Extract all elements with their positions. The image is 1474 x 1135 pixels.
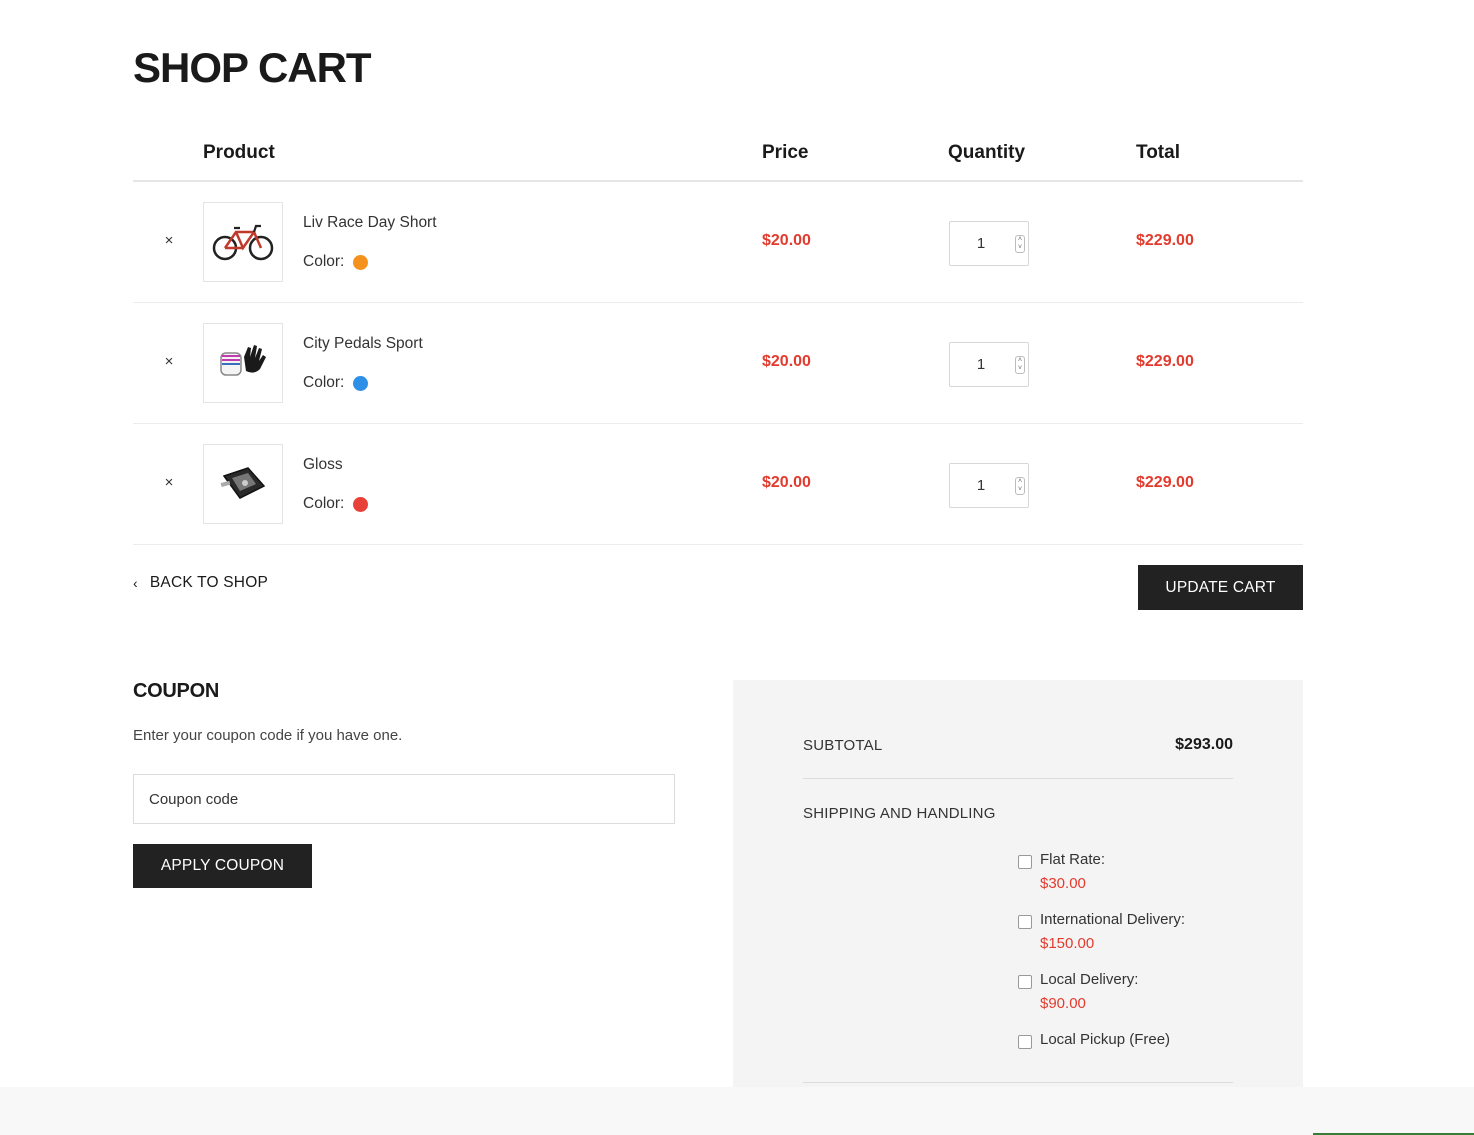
- product-name[interactable]: Gloss: [303, 456, 343, 474]
- coupon-description: Enter your coupon code if you have one.: [133, 727, 403, 744]
- spinner-arrows-icon[interactable]: ˄ ˅: [1015, 477, 1025, 495]
- item-price: $20.00: [762, 474, 811, 491]
- cart-row: × Liv Race Day Short Color: $20.00 ˄˅ $2…: [133, 182, 1303, 303]
- spinner-arrows-icon[interactable]: ˄ ˅: [1015, 356, 1025, 374]
- product-thumbnail[interactable]: [203, 444, 283, 524]
- divider: [803, 1082, 1233, 1083]
- product-thumbnail[interactable]: [203, 202, 283, 282]
- shipping-option-label: International Delivery:: [1040, 911, 1186, 928]
- item-price: $20.00: [762, 353, 811, 370]
- shipping-option-label: Flat Rate:: [1040, 851, 1106, 868]
- shipping-option-price: $90.00: [1040, 995, 1086, 1012]
- page-title: SHOP CART: [133, 44, 372, 91]
- update-cart-button[interactable]: UPDATE CART: [1138, 565, 1303, 610]
- back-to-shop-label: BACK TO SHOP: [149, 574, 268, 591]
- international-delivery-checkbox[interactable]: [1018, 915, 1032, 929]
- remove-item-button[interactable]: ×: [161, 474, 177, 492]
- shipping-option-price: $30.00: [1040, 875, 1086, 892]
- quantity-stepper[interactable]: ˄˅: [949, 342, 1029, 387]
- gloves-icon: [220, 345, 266, 376]
- local-pickup-checkbox[interactable]: [1018, 1035, 1032, 1049]
- coupon-title: COUPON: [133, 680, 219, 702]
- chevron-left-icon: ‹: [133, 575, 138, 591]
- color-label: Color:: [303, 253, 345, 270]
- product-name[interactable]: City Pedals Sport: [303, 335, 423, 353]
- cart-row: × City Pedals Sport Color: $20.00 ˄˅ $22…: [133, 303, 1303, 424]
- header-total: Total: [1136, 142, 1180, 163]
- item-total: $229.00: [1136, 232, 1194, 249]
- product-name[interactable]: Liv Race Day Short: [303, 214, 437, 232]
- footer-strip: [0, 1087, 1474, 1135]
- color-swatch: [353, 496, 369, 512]
- coupon-code-input[interactable]: [133, 774, 675, 824]
- color-label: Color:: [303, 374, 345, 391]
- subtotal-label: SUBTOTAL: [803, 737, 883, 754]
- cart-table-header: Product Price Quantity Total: [133, 130, 1303, 182]
- pedal-icon: [220, 467, 266, 499]
- quantity-input[interactable]: [950, 222, 1012, 265]
- item-total: $229.00: [1136, 474, 1194, 491]
- header-quantity: Quantity: [948, 142, 1026, 163]
- header-product: Product: [203, 142, 275, 163]
- back-to-shop-link[interactable]: ‹ BACK TO SHOP: [133, 574, 268, 592]
- item-price: $20.00: [762, 232, 811, 249]
- apply-coupon-button[interactable]: APPLY COUPON: [133, 844, 312, 888]
- shipping-option-price: $150.00: [1040, 935, 1095, 952]
- bicycle-icon: [212, 224, 274, 261]
- header-price: Price: [762, 142, 809, 163]
- spinner-arrows-icon[interactable]: ˄ ˅: [1015, 235, 1025, 253]
- cart-row: × Gloss Color: $20.00 ˄˅ $229.00: [133, 424, 1303, 545]
- shipping-option-label: Local Delivery:: [1040, 971, 1139, 988]
- quantity-stepper[interactable]: ˄˅: [949, 463, 1029, 508]
- subtotal-value: $293.00: [1175, 736, 1233, 753]
- product-color: Color:: [303, 374, 369, 392]
- product-thumbnail[interactable]: [203, 323, 283, 403]
- product-color: Color:: [303, 495, 369, 513]
- product-color: Color:: [303, 253, 369, 271]
- quantity-stepper[interactable]: ˄˅: [949, 221, 1029, 266]
- item-total: $229.00: [1136, 353, 1194, 370]
- shipping-label: SHIPPING AND HANDLING: [803, 805, 996, 822]
- local-delivery-checkbox[interactable]: [1018, 975, 1032, 989]
- color-label: Color:: [303, 495, 345, 512]
- color-swatch: [353, 375, 369, 391]
- remove-item-button[interactable]: ×: [161, 232, 177, 250]
- flat-rate-checkbox[interactable]: [1018, 855, 1032, 869]
- remove-item-button[interactable]: ×: [161, 353, 177, 371]
- divider: [803, 778, 1233, 779]
- shipping-option-label: Local Pickup (Free): [1040, 1031, 1171, 1048]
- cart-totals-panel: SUBTOTAL $293.00 SHIPPING AND HANDLING F…: [733, 680, 1303, 1100]
- quantity-input[interactable]: [950, 343, 1012, 386]
- quantity-input[interactable]: [950, 464, 1012, 507]
- color-swatch: [353, 254, 369, 270]
